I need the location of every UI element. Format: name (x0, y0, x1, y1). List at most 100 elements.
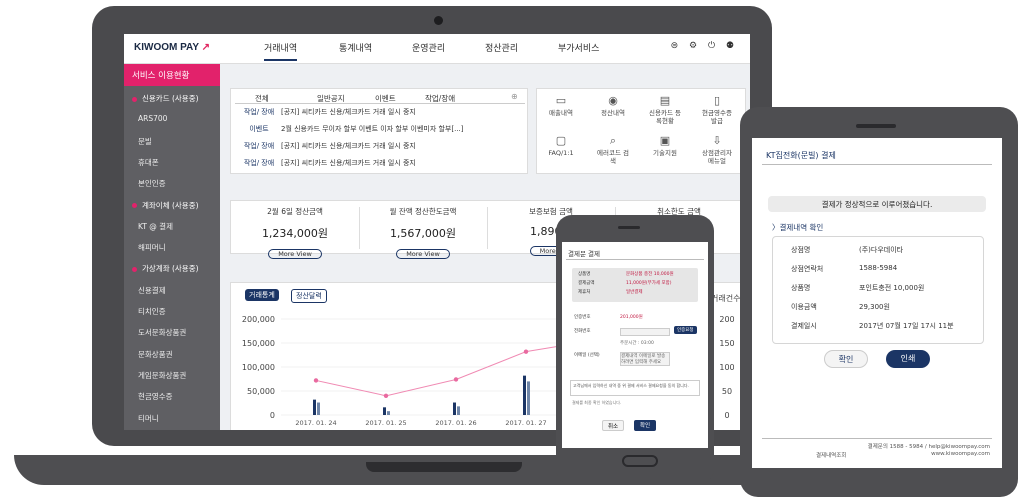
sidebar-item[interactable]: ARS700 (124, 111, 220, 129)
y2-tick-label: 150 (719, 339, 734, 348)
quick-menu-label: 현금영수증 발급 (702, 109, 732, 125)
confirm-button[interactable]: 확인 (824, 350, 868, 368)
quick-menu-item[interactable]: ▢ FAQ/1:1 (543, 134, 579, 158)
print-button[interactable]: 인쇄 (886, 350, 930, 368)
bar (317, 402, 320, 415)
sidebar-item[interactable]: 계좌이체 (사용중) (124, 197, 220, 215)
footer-url[interactable]: www.kiwoompay.com (931, 451, 990, 457)
y-tick-label: 100,000 (242, 363, 275, 372)
summary-key: 상품명 (578, 272, 591, 277)
sidebar-item[interactable]: 신용결제 (124, 282, 220, 300)
sidebar-item[interactable]: 현금영수증 (124, 388, 220, 406)
sidebar-item[interactable]: 티머니 (124, 410, 220, 428)
nav-extra-services[interactable]: 부가서비스 (558, 41, 599, 54)
sidebar-item[interactable]: 휴대폰 (124, 154, 220, 172)
notice-row[interactable]: 작업/ 장애 [공지] 씨티카드 신용/체크카드 거래 일시 중지 (237, 141, 416, 151)
quick-menu-label: 정산내역 (601, 109, 625, 117)
form-field[interactable]: 201,000원 (620, 314, 643, 320)
form-field[interactable] (620, 328, 670, 336)
receipt-value: 포인트충전 10,000원 (859, 284, 925, 292)
nav-statistics[interactable]: 통계내역 (339, 41, 372, 54)
sidebar-item[interactable]: 티치인증 (124, 303, 220, 321)
kiwoom-pay-logo[interactable]: KIWOOM PAY ↗ (134, 42, 210, 53)
confirm-button[interactable]: 확인 (634, 420, 656, 431)
divider (762, 164, 992, 165)
order-summary: 상품명 문화상품 충전 10,000원 결제금액 11,000원(부가세 포함) 제휴처… (572, 268, 698, 302)
notice-row[interactable]: 이벤트 2월 신용카드 무이자 할부 이벤트 이자 할부 이벤미자 할부[...] (237, 124, 463, 134)
sidebar-item[interactable]: 본인인증 (124, 175, 220, 193)
trend-point (453, 377, 459, 382)
bar (523, 375, 526, 415)
trend-point (523, 349, 529, 354)
sidebar-item[interactable]: 게임문화상품권 (124, 367, 220, 385)
sidebar-item[interactable]: KT @ 결제 (124, 218, 220, 236)
sidebar-header: 서비스 이용현황 (124, 64, 220, 86)
sidebar: 서비스 이용현황 신용카드 (사용중) ARS700 문빌휴대폰본인인증계좌이체 (… (124, 64, 220, 430)
sidebar-item[interactable]: 도서문화상품권 (124, 324, 220, 342)
quick-menu-label: 상점관리자 메뉴얼 (702, 149, 732, 165)
form-field[interactable]: 결제내역 이메일로 발송하려면 입력해 주세요 (620, 352, 670, 366)
phone-screen: 결제문 결제 상품명 문화상품 충전 10,000원 결제금액 11,000원(부가세… (562, 242, 708, 448)
quick-menu-icon: ▣ (659, 134, 671, 147)
sidebar-item[interactable]: 가상계좌 (사용중) (124, 260, 220, 278)
cancel-button[interactable]: 취소 (602, 420, 624, 431)
request-auth-button[interactable]: 인증요청 (674, 326, 697, 334)
notice-row[interactable]: 작업/ 장애 [공지] 씨티카드 신용/체크카드 거래 일시 중지 (237, 107, 416, 117)
more-view-button[interactable]: More View (268, 249, 322, 259)
sidebar-item[interactable]: 해피머니 (124, 239, 220, 257)
stat-value: 1,234,000원 (261, 227, 329, 240)
y-tick-label: 50,000 (247, 387, 275, 396)
y2-tick-label: 200 (719, 315, 734, 324)
x-tick-label: 2017. 01. 24 (295, 419, 336, 427)
quick-menu-item[interactable]: ▣ 기술지원 (647, 134, 683, 158)
quick-menu-label: 매출내역 (549, 109, 573, 117)
receipt-key: 상점연락처 (791, 265, 824, 273)
quick-menu: ▭ 매출내역 ◉ 정산내역 ▤ 신용카드 등록현황 ▯ 현금영수증 발급 ▢ FAQ/1:1 ⌕ 에러… (536, 88, 746, 174)
quick-menu-item[interactable]: ◉ 정산내역 (595, 95, 631, 118)
final-check[interactable]: 결제를 최종 확인 하였습니다. (572, 400, 621, 406)
quick-menu-label: 에러코드 검색 (597, 149, 629, 165)
sidebar-item[interactable]: 문빌 (124, 133, 220, 151)
quick-menu-item[interactable]: ▭ 매출내역 (543, 95, 579, 118)
bar (527, 381, 530, 415)
nav-settlement[interactable]: 정산관리 (485, 41, 518, 54)
phone-speaker (618, 226, 640, 229)
form-label: 인증번호 (574, 315, 591, 320)
quick-menu-icon: ▢ (555, 134, 567, 147)
webcam (434, 16, 443, 25)
x-tick-label: 2017. 01. 26 (435, 419, 476, 427)
top-utility-icons[interactable]: ⊜ ⚙ ⏻ ⚉ (671, 41, 738, 51)
quick-menu-icon: ▯ (713, 94, 721, 107)
summary-value: 문화상품 충전 10,000원 (626, 272, 674, 277)
quick-menu-item[interactable]: ⇩ 상점관리자 메뉴얼 (699, 134, 735, 166)
receipt-key: 상품명 (791, 284, 811, 292)
receipt-key: 상점명 (791, 246, 811, 254)
summary-key: 제휴처 (578, 290, 591, 295)
sidebar-item[interactable]: 신용카드 (사용중) (124, 90, 220, 108)
stat-card: 2월 6일 정산금액 1,234,000원 More View (231, 201, 359, 260)
top-bar: KIWOOM PAY ↗ 거래내역 통계내역 운영관리 정산관리 부가서비스 ⊜… (124, 34, 750, 64)
footer-history[interactable]: 결제내역조회 (816, 451, 846, 459)
y-tick-label: 200,000 (242, 315, 275, 324)
quick-menu-item[interactable]: ▤ 신용카드 등록현황 (647, 95, 683, 126)
quick-menu-icon: ⌕ (609, 134, 617, 147)
sidebar-item[interactable]: 문화상품권 (124, 346, 220, 364)
divider (487, 207, 488, 249)
notice-row[interactable]: 작업/ 장애 [공지] 씨티카드 신용/체크카드 거래 일시 중지 (237, 158, 416, 168)
y2-tick-label: 100 (719, 363, 734, 372)
y2-tick-label: 0 (724, 411, 729, 420)
quick-menu-label: 기술지원 (653, 149, 677, 157)
more-view-button[interactable]: More View (396, 249, 450, 259)
plus-icon[interactable]: ⊕ (511, 92, 518, 101)
y-tick-label: 0 (270, 411, 275, 420)
logo-arrow-icon: ↗ (201, 42, 210, 53)
quick-menu-label: FAQ/1:1 (548, 149, 574, 157)
agreement-notice: 고객님께서 입력하신 내역 중 위 결제 서비스 결제요청을 동의 합니다. (570, 380, 700, 396)
y-tick-label: 150,000 (242, 339, 275, 348)
quick-menu-item[interactable]: ⌕ 에러코드 검색 (595, 134, 631, 166)
nav-operations[interactable]: 운영관리 (412, 41, 445, 54)
quick-menu-item[interactable]: ▯ 현금영수증 발급 (699, 94, 735, 126)
tablet-title: KT집전화(문빌) 결제 (766, 151, 836, 160)
quick-menu-icon: ⇩ (712, 134, 722, 147)
nav-transactions[interactable]: 거래내역 (264, 41, 298, 61)
